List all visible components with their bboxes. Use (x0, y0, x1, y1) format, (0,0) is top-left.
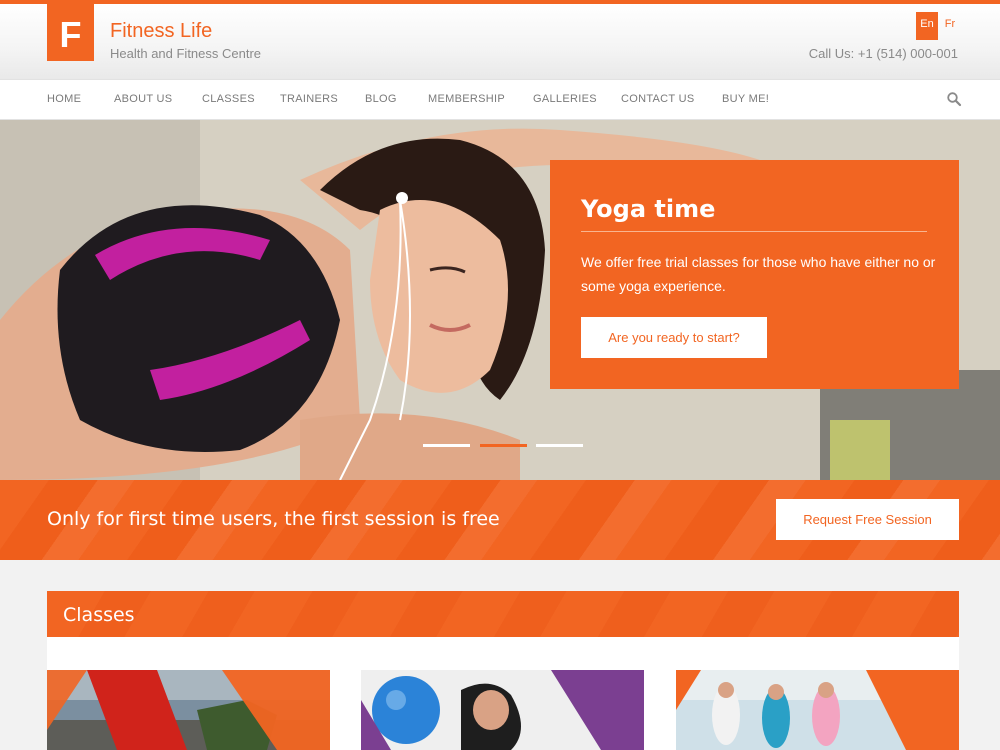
hero-slider: Yoga time We offer free trial classes fo… (0, 120, 1000, 480)
nav-item-about-us[interactable]: ABOUT US (114, 93, 172, 105)
request-free-session-button[interactable]: Request Free Session (776, 499, 959, 540)
nav-item-galleries[interactable]: GALLERIES (533, 93, 597, 105)
nav-item-classes[interactable]: CLASSES (202, 93, 255, 105)
class-card-1-image (47, 670, 330, 750)
nav-item-blog[interactable]: BLOG (365, 93, 397, 105)
slider-dot-2[interactable] (480, 444, 527, 447)
site-title[interactable]: Fitness Life (110, 20, 212, 43)
nav-item-trainers[interactable]: TRAINERS (280, 93, 338, 105)
search-icon[interactable] (946, 91, 962, 107)
site-subtitle: Health and Fitness Centre (110, 46, 262, 61)
nav-item-home[interactable]: HOME (47, 93, 81, 105)
promo-text: Only for first time users, the first ses… (47, 508, 500, 530)
class-card-3-image (676, 670, 959, 750)
site-header: F Fitness Life Health and Fitness Centre… (0, 4, 1000, 79)
nav-item-buy-me[interactable]: BUY ME! (722, 93, 769, 105)
hero-title: Yoga time (581, 195, 716, 223)
class-card-2-image (361, 670, 644, 750)
nav-item-membership[interactable]: MEMBERSHIP (428, 93, 505, 105)
call-us-phone: Call Us: +1 (514) 000-001 (808, 46, 958, 61)
promo-banner: Only for first time users, the first ses… (0, 480, 1000, 560)
class-card-1[interactable] (47, 670, 330, 750)
class-card-2[interactable] (361, 670, 644, 750)
nav-item-contact-us[interactable]: CONTACT US (621, 93, 695, 105)
classes-title: Classes (63, 604, 135, 626)
logo[interactable]: F (47, 4, 94, 61)
slider-dot-3[interactable] (536, 444, 583, 447)
hero-text: We offer free trial classes for those wh… (581, 254, 936, 294)
hero-divider (581, 231, 927, 232)
hero-caption-box: Yoga time We offer free trial classes fo… (550, 160, 959, 389)
main-navigation: HOME ABOUT US CLASSES TRAINERS BLOG MEMB… (0, 79, 1000, 120)
language-en-button[interactable]: En (916, 12, 938, 40)
classes-header: Classes (47, 591, 959, 645)
class-card-3[interactable] (676, 670, 959, 750)
hero-cta-button[interactable]: Are you ready to start? (581, 317, 767, 358)
language-fr-button[interactable]: Fr (940, 12, 960, 40)
slider-dot-1[interactable] (423, 444, 470, 447)
